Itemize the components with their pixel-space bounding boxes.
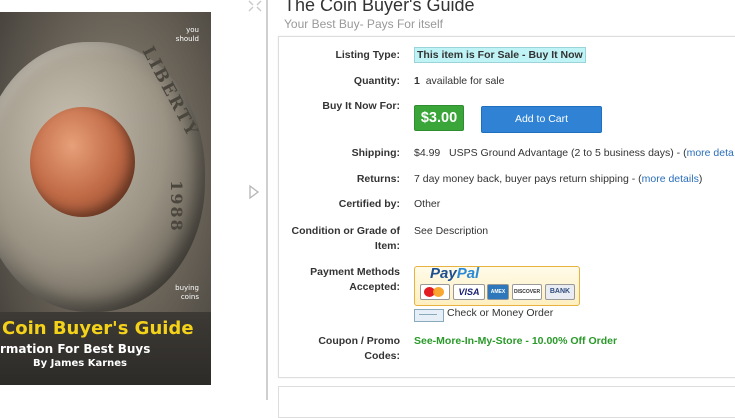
coin-year-text: 1988 bbox=[166, 180, 186, 233]
condition-label: Condition or Grade of Item: bbox=[292, 224, 401, 254]
next-image-arrow-icon[interactable] bbox=[247, 184, 261, 200]
paypal-wordmark: PayPal bbox=[430, 265, 479, 282]
paypal-pay-text: Pay bbox=[430, 265, 457, 282]
cover-subtitle: rmation For Best Buys bbox=[0, 342, 151, 356]
condition-label-line1: Condition or Grade of bbox=[291, 225, 401, 237]
payment-label-line2: Accepted: bbox=[349, 281, 400, 293]
returns-text: 7 day money back, buyer pays return ship… bbox=[414, 173, 642, 185]
certified-value: Other bbox=[414, 198, 441, 210]
page-subtitle: Your Best Buy- Pays For itself bbox=[284, 17, 443, 31]
vertical-divider bbox=[266, 0, 268, 400]
penny-coin-image bbox=[30, 107, 135, 217]
product-image[interactable]: LIBERTY 1988 you should buying coins Coi… bbox=[0, 12, 211, 385]
payment-label-line1: Payment Methods bbox=[310, 266, 400, 278]
listing-type-badge: This item is For Sale - Buy It Now bbox=[414, 47, 586, 63]
page-title: The Coin Buyer's Guide bbox=[284, 0, 475, 15]
coupon-label: Coupon / Promo Codes: bbox=[318, 334, 400, 364]
price-badge: $3.00 bbox=[414, 105, 464, 131]
amex-icon: AMEX bbox=[487, 284, 509, 300]
coupon-value: See-More-In-My-Store - 10.00% Off Order bbox=[414, 335, 618, 347]
coupon-label-line2: Codes: bbox=[364, 350, 400, 362]
quantity-suffix: available for sale bbox=[425, 75, 505, 87]
shipping-method: USPS Ground Advantage (2 to 5 business d… bbox=[449, 147, 687, 159]
visa-icon: VISA bbox=[453, 284, 485, 300]
returns-label: Returns: bbox=[356, 173, 400, 185]
quantity-label: Quantity: bbox=[353, 75, 400, 87]
shipping-more-details-link[interactable]: more deta bbox=[687, 147, 734, 159]
returns-more-details-link[interactable]: more details bbox=[642, 173, 699, 185]
listing-type-value: This item is For Sale - Buy It Now bbox=[414, 47, 586, 63]
next-section-panel bbox=[278, 386, 735, 418]
paypal-payment-logo: PayPal VISA AMEX DISCOVER BANK bbox=[414, 265, 580, 306]
cover-title: Coin Buyer's Guide bbox=[2, 318, 194, 339]
cover-author: By James Karnes bbox=[32, 358, 127, 369]
mastercard-icon bbox=[420, 284, 450, 300]
paypal-pal-text: Pal bbox=[456, 265, 480, 282]
listing-type-label: Listing Type: bbox=[335, 49, 400, 61]
shipping-cost: $4.99 bbox=[414, 147, 441, 159]
condition-label-line2: Item: bbox=[374, 240, 400, 252]
quantity-value: 1 available for sale bbox=[414, 74, 504, 89]
check-icon bbox=[414, 309, 444, 322]
check-money-order-text: Check or Money Order bbox=[447, 307, 554, 319]
coupon-label-line1: Coupon / Promo bbox=[318, 335, 400, 347]
bank-icon: BANK bbox=[545, 284, 575, 300]
condition-value: See Description bbox=[414, 225, 489, 237]
cover-bottom-text: buying coins bbox=[175, 284, 199, 301]
cover-top-text: you should bbox=[175, 26, 199, 43]
payment-label: Payment Methods Accepted: bbox=[310, 265, 400, 295]
returns-close-paren: ) bbox=[698, 173, 703, 185]
expand-icon[interactable] bbox=[248, 0, 262, 12]
returns-value: 7 day money back, buyer pays return ship… bbox=[414, 172, 702, 187]
buy-now-label: Buy It Now For: bbox=[322, 100, 400, 112]
shipping-label: Shipping: bbox=[351, 147, 400, 159]
certified-label: Certified by: bbox=[338, 198, 400, 210]
quantity-number: 1 bbox=[414, 75, 420, 87]
discover-icon: DISCOVER bbox=[512, 284, 542, 300]
shipping-value: $4.99 USPS Ground Advantage (2 to 5 busi… bbox=[414, 146, 734, 161]
add-to-cart-button[interactable]: Add to Cart bbox=[481, 106, 602, 133]
